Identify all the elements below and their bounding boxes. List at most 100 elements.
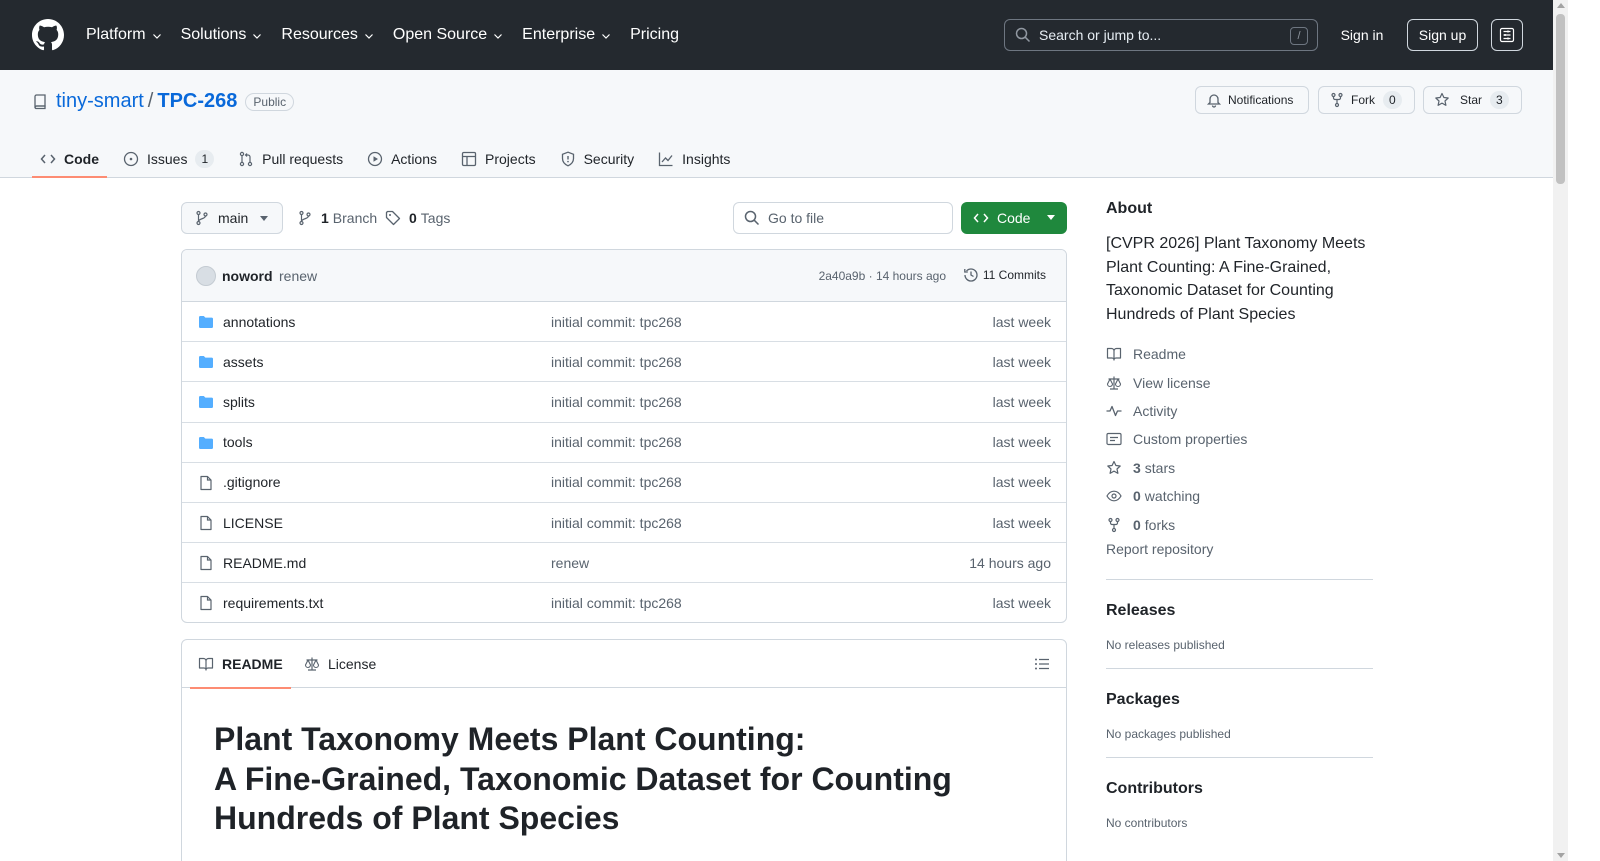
repo-separator: / [147,90,154,112]
tab-pull-requests[interactable]: Pull requests [230,140,351,178]
list-unordered-icon[interactable] [1034,656,1050,672]
file-commit-message[interactable]: initial commit: tpc268 [551,354,682,370]
releases-section: Releases No releases published [1106,578,1373,668]
nav-label: Solutions [180,26,247,43]
star-button[interactable]: Star 3 [1423,86,1522,114]
file-name-link[interactable]: .gitignore [223,474,281,490]
scrollbar-thumb[interactable] [1556,14,1565,184]
stars-link[interactable]: 3 stars [1106,454,1373,482]
repo-sidebar: About [CVPR 2026] Plant Taxonomy Meets P… [1106,200,1373,830]
report-repository-link[interactable]: Report repository [1106,541,1373,557]
star-label: Star [1460,93,1483,107]
file-row: .gitignore initial commit: tpc268 last w… [182,463,1066,503]
file-name-link[interactable]: LICENSE [223,515,283,531]
commits-history-link[interactable]: 11 Commits [963,267,1046,283]
chevron-down-icon [494,34,503,39]
search-placeholder: Search or jump to... [1039,27,1162,43]
page-scrollbar[interactable] [1553,0,1568,861]
readme-link[interactable]: Readme [1106,340,1373,368]
packages-empty: No packages published [1106,726,1231,741]
branches-link[interactable]: 1 Branch [297,202,377,234]
file-name-link[interactable]: README.md [223,555,306,571]
file-name-link[interactable]: assets [223,354,263,370]
file-commit-time: last week [992,474,1051,491]
nav-resources[interactable]: Resources [281,24,374,46]
activity-link[interactable]: Activity [1106,397,1373,425]
contributors-section: Contributors No contributors [1106,756,1373,830]
file-name-link[interactable]: requirements.txt [223,595,323,611]
file-commit-message[interactable]: initial commit: tpc268 [551,314,682,330]
star-icon [1107,460,1121,474]
contributors-title[interactable]: Contributors [1106,780,1373,798]
commit-hash-time[interactable]: 2a40a9b · 14 hours ago [819,269,946,283]
nav-enterprise[interactable]: Enterprise [522,24,612,46]
tab-insights[interactable]: Insights [650,140,738,178]
repo-tabs: Code Issues 1 Pull requests Actions Proj… [32,140,746,178]
file-icon [200,515,212,531]
nav-open-source[interactable]: Open Source [393,24,504,46]
file-name-link[interactable]: annotations [223,314,295,330]
tab-security[interactable]: Security [552,140,643,178]
code-download-button[interactable]: Code [961,202,1067,234]
readme-heading-line: A Fine-Grained, Taxonomic Dataset for Co… [214,760,952,797]
tab-issues[interactable]: Issues 1 [115,140,222,178]
tags-link[interactable]: 0 Tags [385,202,450,234]
pull-request-icon [239,151,253,167]
fork-button[interactable]: Fork 0 [1318,86,1415,114]
bell-icon [1206,94,1222,108]
nav-label: Platform [86,26,146,43]
global-search-input[interactable]: Search or jump to... / [1004,19,1318,51]
repo-owner-link[interactable]: tiny-smart [56,90,144,113]
tab-label: Issues [147,151,188,167]
file-commit-message[interactable]: renew [551,555,589,571]
license-link[interactable]: View license [1106,368,1373,396]
global-header: Platform Solutions Resources Open Source… [0,0,1553,70]
tab-actions[interactable]: Actions [359,140,445,178]
avatar[interactable] [196,266,216,286]
file-commit-message[interactable]: initial commit: tpc268 [551,515,682,531]
tab-label: README [222,656,283,672]
tab-readme[interactable]: README [190,640,291,689]
custom-properties-link[interactable]: Custom properties [1106,425,1373,453]
file-commit-message[interactable]: initial commit: tpc268 [551,394,682,410]
file-name-link[interactable]: tools [223,434,253,450]
watching-link[interactable]: 0 watching [1106,482,1373,510]
commit-message[interactable]: renew [279,268,317,284]
file-name-link[interactable]: splits [223,394,255,410]
about-title: About [1106,200,1153,217]
scroll-up-arrow-icon[interactable] [1557,3,1565,8]
fork-count: 0 [1383,91,1402,109]
releases-title[interactable]: Releases [1106,602,1373,620]
forks-link[interactable]: 0 forks [1106,510,1373,538]
sign-up-button[interactable]: Sign up [1407,19,1478,51]
sign-in-link[interactable]: Sign in [1332,19,1392,51]
file-commit-message[interactable]: initial commit: tpc268 [551,434,682,450]
packages-section: Packages No packages published [1106,667,1373,757]
tab-code[interactable]: Code [32,140,107,178]
history-icon [964,268,978,282]
branches-label: Branch [332,210,378,226]
book-icon [1106,348,1122,361]
branch-selector[interactable]: main [181,202,283,234]
folder-icon [199,436,213,449]
commit-author[interactable]: noword [222,268,273,284]
notifications-button[interactable]: Notifications [1195,86,1309,114]
repo-title: tiny-smart / TPC-268 Public [32,90,295,113]
packages-title[interactable]: Packages [1106,691,1373,709]
nav-platform[interactable]: Platform [86,24,163,46]
nav-pricing[interactable]: Pricing [630,24,679,46]
command-palette-button[interactable] [1491,19,1523,51]
file-commit-message[interactable]: initial commit: tpc268 [551,595,682,611]
pulse-icon [1106,405,1122,417]
go-to-file-input[interactable]: Go to file [733,202,953,234]
folder-icon [199,316,213,328]
nav-solutions[interactable]: Solutions [181,24,264,46]
github-logo-icon[interactable] [32,19,64,51]
notifications-label: Notifications [1228,93,1294,107]
table-icon [461,151,477,167]
repo-name-link[interactable]: TPC-268 [157,90,237,113]
scroll-down-arrow-icon[interactable] [1557,853,1565,858]
tab-projects[interactable]: Projects [453,140,544,178]
tab-license[interactable]: License [304,640,376,688]
file-commit-message[interactable]: initial commit: tpc268 [551,474,682,490]
